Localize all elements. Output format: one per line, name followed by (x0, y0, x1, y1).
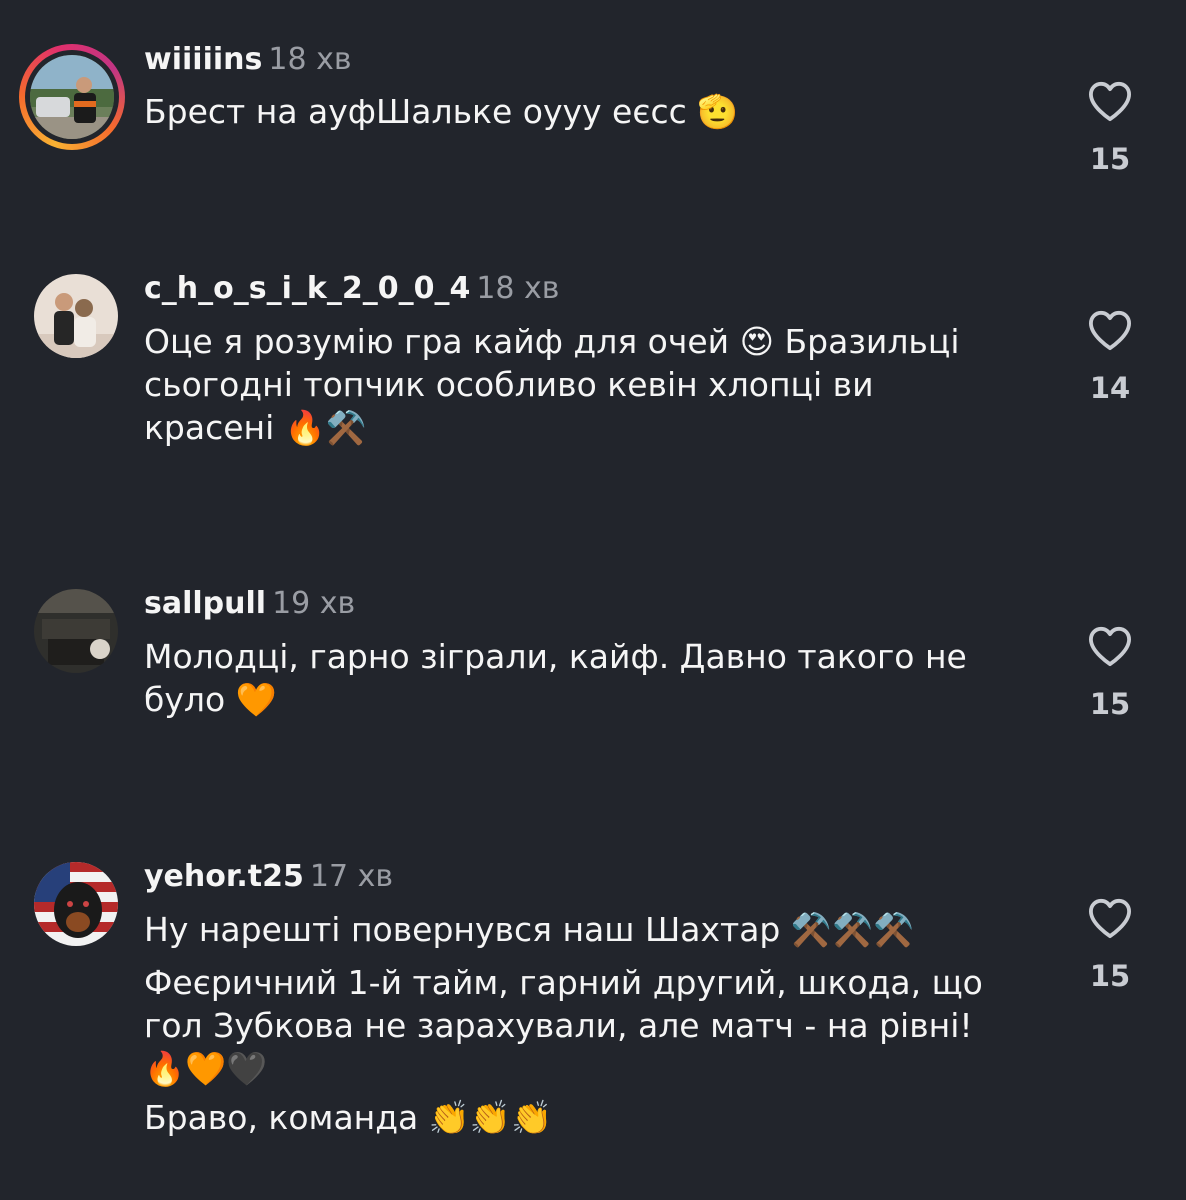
avatar[interactable] (34, 274, 118, 358)
comment-text: Ну нарешті повернувся наш Шахтар ⚒️⚒️⚒️ … (144, 908, 1044, 1139)
comment-line: було (144, 680, 226, 719)
avatar-photo-icon (34, 862, 118, 946)
heart-outline-icon[interactable] (1087, 625, 1133, 667)
hammer-pick-emoji: ⚒️⚒️⚒️ (790, 910, 915, 949)
like-area: 15 (1080, 897, 1140, 993)
comment-line: красені (144, 408, 275, 447)
salute-emoji: 🫡 (697, 92, 739, 131)
avatar[interactable] (34, 862, 118, 946)
comment-line: Молодці, гарно зіграли, кайф. Давно тако… (144, 637, 967, 676)
comment-header: c_h_o_s_i_k_2_0_0_4 18 хв (144, 271, 560, 307)
comment-line: Феєричний 1-й тайм, гарний другий, шкода… (144, 963, 983, 1002)
like-area: 15 (1080, 625, 1140, 721)
timestamp: 17 хв (309, 859, 394, 894)
comment-line: сьогодні топчик особливо кевін хлопці ви (144, 365, 874, 404)
avatar-photo-icon (34, 274, 118, 358)
comment-line: Браво, команда (144, 1098, 419, 1137)
comment-header: yehor.t25 17 хв (144, 859, 393, 895)
timestamp: 18 хв (268, 42, 352, 77)
like-area: 15 (1080, 80, 1140, 176)
avatar-photo-icon (30, 55, 114, 139)
heart-eyes-emoji: 😍 (739, 322, 775, 361)
comment-header: wiiiiins 18 хв (144, 42, 352, 78)
comment-text: Оце я розумію гра кайф для очей 😍 Бразил… (144, 320, 1044, 449)
orange-heart-emoji: 🧡 (235, 680, 277, 719)
clapping-emoji: 👏👏👏 (428, 1098, 553, 1137)
username[interactable]: yehor.t25 (144, 859, 304, 894)
comment-line: гол Зубкова не зарахували, але матч - на… (144, 1006, 973, 1045)
heart-outline-icon[interactable] (1087, 309, 1133, 351)
like-count: 15 (1089, 687, 1131, 721)
avatar[interactable] (19, 44, 125, 150)
like-count: 14 (1089, 371, 1131, 405)
username[interactable]: sallpull (144, 586, 266, 621)
comment-header: sallpull 19 хв (144, 586, 355, 622)
heart-outline-icon[interactable] (1087, 80, 1133, 122)
timestamp: 19 хв (272, 586, 356, 621)
like-area: 14 (1080, 309, 1140, 405)
like-count: 15 (1089, 959, 1131, 993)
username[interactable]: wiiiiins (144, 42, 262, 77)
like-count: 15 (1089, 142, 1131, 176)
comment-text: Брест на ауфШальке оууу еєсс 🫡 (144, 90, 1044, 133)
heart-outline-icon[interactable] (1087, 897, 1133, 939)
timestamp: 18 хв (476, 271, 560, 306)
avatar-photo-icon (34, 589, 118, 673)
comment-line: Брест на ауфШальке оууу еєсс (144, 92, 687, 131)
fire-hearts-emoji: 🔥🧡🖤 (144, 1049, 268, 1088)
comment-line: Ну нарешті повернувся наш Шахтар (144, 910, 781, 949)
fire-hammer-emoji: 🔥⚒️ (284, 408, 367, 447)
avatar[interactable] (34, 589, 118, 673)
username[interactable]: c_h_o_s_i_k_2_0_0_4 (144, 271, 470, 306)
comment-line: Оце я розумію гра кайф для очей (144, 322, 730, 361)
comment-text: Молодці, гарно зіграли, кайф. Давно тако… (144, 635, 1044, 721)
comment-line-suffix: Бразильці (784, 322, 960, 361)
